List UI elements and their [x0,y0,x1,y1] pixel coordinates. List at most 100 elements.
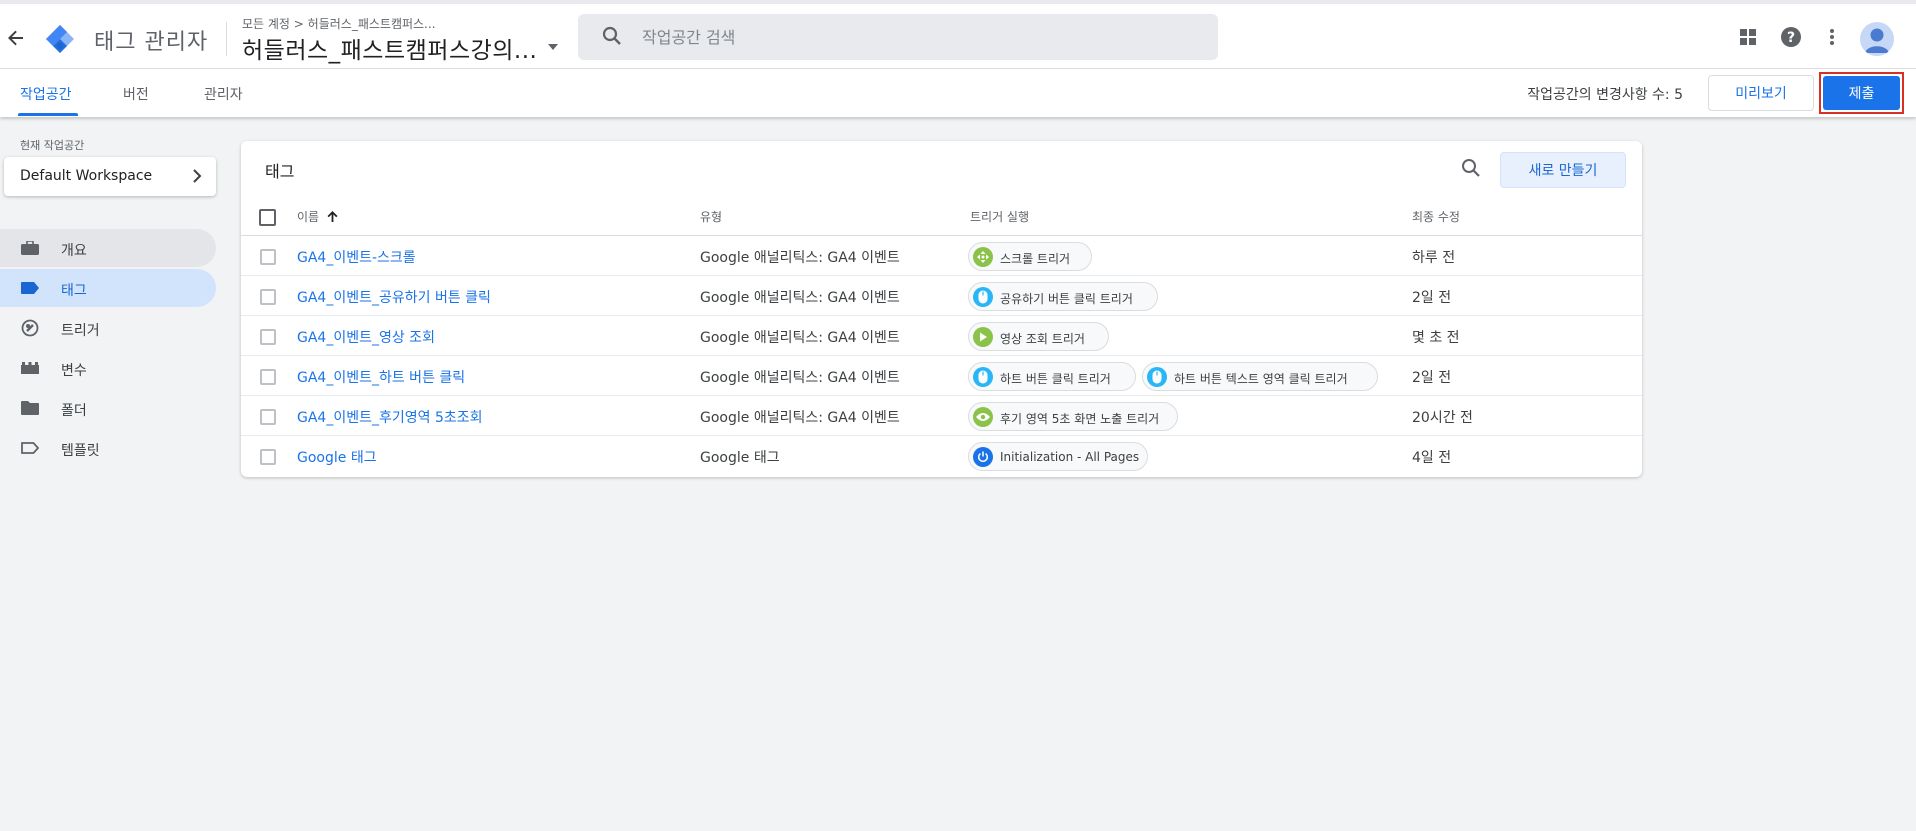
new-tag-button[interactable]: 새로 만들기 [1500,152,1626,188]
workspace-search[interactable] [578,14,1218,60]
sidebar-item-label: 템플릿 [61,443,100,459]
tag-type: Google 애널리틱스: GA4 이벤트 [700,290,900,306]
trigger-chip-label: 스크롤 트리거 [1000,252,1071,266]
trigger-chip[interactable]: 후기 영역 5초 화면 노출 트리거 [968,402,1178,431]
sidebar-item-variables[interactable]: 변수 [0,349,216,387]
tab-admin[interactable]: 관리자 [204,84,243,104]
last-modified: 4일 전 [1412,450,1452,466]
mouse-icon [1147,367,1167,387]
tag-name-link[interactable]: GA4_이벤트_영상 조회 [297,327,435,347]
play-icon [973,327,993,347]
trigger-chip[interactable]: Initialization - All Pages [968,442,1148,471]
table-row: GA4_이벤트_후기영역 5초조회 Google 애널리틱스: GA4 이벤트 … [241,396,1642,436]
column-header-modified[interactable]: 최종 수정 [1412,208,1460,225]
column-header-type[interactable]: 유형 [700,208,722,225]
tag-manager-logo-icon [44,23,76,55]
search-icon[interactable] [1459,156,1483,180]
workspace-name: Default Workspace [20,168,153,184]
trigger-chip-label: Initialization - All Pages [1000,450,1140,464]
tag-name-link[interactable]: GA4_이벤트-스크롤 [297,247,416,267]
mouse-icon [973,287,993,307]
table-row: Google 태그 Google 태그 Initialization - All… [241,436,1642,476]
row-checkbox[interactable] [260,249,276,265]
help-icon[interactable]: ? [1779,25,1803,49]
briefcase-icon [20,239,40,257]
row-checkbox[interactable] [260,329,276,345]
row-checkbox[interactable] [260,409,276,425]
column-header-label: 이름 [297,210,320,224]
scroll-icon [973,247,993,267]
folder-icon [20,399,40,417]
tag-name-link[interactable]: GA4_이벤트_하트 버튼 클릭 [297,367,465,387]
trigger-chip-label: 공유하기 버튼 클릭 트리거 [1000,292,1133,306]
tag-type: Google 애널리틱스: GA4 이벤트 [700,410,900,426]
breadcrumb[interactable]: 모든 계정 > 허들러스_패스트캠퍼스... [242,15,436,32]
table-row: GA4_이벤트_공유하기 버튼 클릭 Google 애널리틱스: GA4 이벤트… [241,276,1642,316]
sidebar-item-templates[interactable]: 템플릿 [0,429,216,467]
last-modified: 몇 초 전 [1412,330,1460,346]
sidebar-item-tags[interactable]: 태그 [0,269,216,307]
row-checkbox[interactable] [260,289,276,305]
trigger-chip[interactable]: 하트 버튼 클릭 트리거 [968,362,1136,391]
sidebar-item-overview[interactable]: 개요 [0,229,216,267]
power-icon [973,447,993,467]
svg-text:?: ? [1787,30,1795,46]
tags-table-card: 태그 새로 만들기 이름 유형 트리거 실행 최종 수정 GA4_이벤트-스크롤… [241,141,1642,477]
card-title: 태그 [265,162,295,181]
sidebar-item-label: 변수 [61,363,87,379]
table-row: GA4_이벤트-스크롤 Google 애널리틱스: GA4 이벤트 스크롤 트리… [241,236,1642,276]
row-checkbox[interactable] [260,369,276,385]
sidebar-item-triggers[interactable]: 트리거 [0,309,216,347]
trigger-chip[interactable]: 공유하기 버튼 클릭 트리거 [968,282,1158,311]
last-modified: 20시간 전 [1412,410,1473,426]
tag-name-link[interactable]: Google 태그 [297,447,377,467]
workspace-search-input[interactable] [642,22,1202,52]
last-modified: 2일 전 [1412,290,1452,306]
sidebar-item-label: 태그 [61,283,87,299]
tag-name-link[interactable]: GA4_이벤트_공유하기 버튼 클릭 [297,287,491,307]
trigger-chip[interactable]: 하트 버튼 텍스트 영역 클릭 트리거 [1142,362,1378,391]
account-avatar[interactable] [1860,22,1894,56]
preview-button[interactable]: 미리보기 [1708,75,1814,111]
app-title: 태그 관리자 [94,30,209,55]
template-icon [20,439,40,457]
trigger-chip-label: 후기 영역 5초 화면 노출 트리거 [1000,412,1160,426]
tab-versions[interactable]: 버전 [123,84,149,104]
sidebar-item-label: 트리거 [61,323,100,339]
apps-grid-icon[interactable] [1736,25,1760,49]
tag-type: Google 태그 [700,450,780,466]
sidebar-item-label: 개요 [61,243,87,259]
workspace-changes-count: 작업공간의 변경사항 수: 5 [1527,87,1683,103]
variable-icon [20,359,40,377]
tab-workspace[interactable]: 작업공간 [20,84,72,104]
trigger-chip[interactable]: 영상 조회 트리거 [968,322,1109,351]
container-dropdown-caret-icon[interactable] [548,44,558,50]
more-vert-icon[interactable] [1820,25,1844,49]
mouse-icon [973,367,993,387]
container-name[interactable]: 허들러스_패스트캠퍼스강의... [242,31,537,65]
trigger-chip-label: 하트 버튼 클릭 트리거 [1000,372,1111,386]
tag-name-link[interactable]: GA4_이벤트_후기영역 5초조회 [297,407,483,427]
trigger-chip[interactable]: 스크롤 트리거 [968,242,1092,271]
header-divider [226,22,227,56]
trigger-icon [20,319,40,337]
app-header: 태그 관리자 모든 계정 > 허들러스_패스트캠퍼스... 허들러스_패스트캠퍼… [0,0,1916,69]
tag-type: Google 애널리틱스: GA4 이벤트 [700,250,900,266]
submit-button[interactable]: 제출 [1823,76,1900,110]
tag-icon [20,279,40,297]
back-arrow-icon[interactable] [4,26,28,50]
current-workspace-label: 현재 작업공간 [20,139,85,152]
last-modified: 2일 전 [1412,370,1452,386]
sidebar-item-folders[interactable]: 폴더 [0,389,216,427]
select-all-checkbox[interactable] [259,209,276,226]
trigger-chip-label: 하트 버튼 텍스트 영역 클릭 트리거 [1174,372,1348,386]
workspace-selector[interactable]: Default Workspace [4,157,216,196]
sidebar-item-label: 폴더 [61,403,87,419]
column-header-name[interactable]: 이름 [297,208,338,225]
active-tab-indicator [18,113,78,116]
search-icon [602,26,622,50]
eye-icon [973,407,993,427]
last-modified: 하루 전 [1412,250,1456,266]
row-checkbox[interactable] [260,449,276,465]
column-header-trigger[interactable]: 트리거 실행 [970,208,1029,225]
